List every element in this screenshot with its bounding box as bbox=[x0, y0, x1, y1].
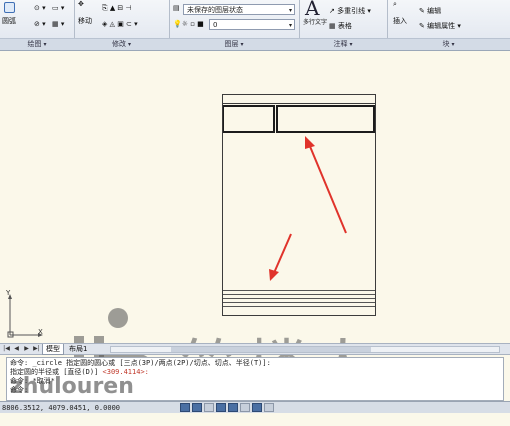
layers-panel: ▤ 未保存的图层状态 ▾ 💡☼ ▫ ■ 0 ▾ 图层 ▾ bbox=[169, 0, 300, 50]
hatch-icon[interactable]: ▦ ▾ bbox=[52, 20, 64, 28]
first-tab-button[interactable]: |◀ bbox=[2, 345, 11, 353]
ribbon: 圆弧 ⊙ ▾ ▭ ▾ ⊘ ▾ ▦ ▾ 绘图 ▾ ✥ 移动 ⎘ ▲ ⊟ ⊣ ◈ ◬ … bbox=[0, 0, 510, 51]
layers-panel-title[interactable]: 图层 ▾ bbox=[169, 38, 299, 50]
lwt-toggle[interactable] bbox=[264, 403, 274, 412]
edit-attributes-button[interactable]: ✎ 编辑属性 ▾ bbox=[419, 21, 461, 31]
layer-state-combo[interactable]: 未保存的图层状态 ▾ bbox=[183, 4, 295, 15]
tab-model[interactable]: 模型 bbox=[42, 344, 64, 355]
circle-dropdown-icon[interactable]: ⊙ ▾ bbox=[34, 4, 46, 12]
grid-toggle[interactable] bbox=[192, 403, 202, 412]
annotation-panel: A 多行文字 ↗ 多重引线 ▾ ▦ 表格 注释 ▾ bbox=[299, 0, 388, 50]
move-tool[interactable]: ✥ bbox=[78, 0, 84, 8]
last-tab-button[interactable]: ▶| bbox=[32, 345, 41, 353]
drawing-canvas[interactable]: Y X 筑楼人 bbox=[0, 51, 510, 405]
prev-tab-button[interactable]: ◀ bbox=[12, 345, 21, 353]
annotation-panel-title[interactable]: 注释 ▾ bbox=[299, 38, 387, 50]
ucs-x-label: X bbox=[38, 328, 43, 336]
cursor-coordinates: 8806.3512, 4079.0451, 0.0000 bbox=[2, 404, 121, 412]
insert-block-button[interactable]: 插入 bbox=[393, 16, 407, 26]
block-panel-title[interactable]: 块 ▾ bbox=[387, 38, 510, 50]
status-bar: 8806.3512, 4079.0451, 0.0000 bbox=[0, 401, 510, 413]
table-button[interactable]: ▦ 表格 bbox=[329, 21, 352, 31]
tab-layout1[interactable]: 布局1 bbox=[66, 344, 90, 354]
copy-icon[interactable]: ⎘ ▲ ⊟ ⊣ bbox=[102, 4, 132, 13]
mirror-icon[interactable]: ◈ ◬ ▣ ⊂ ▾ bbox=[102, 20, 138, 28]
arrow-lower-head bbox=[269, 269, 279, 281]
block-panel: ⌕ 插入 ✎ 编辑 ✎ 编辑属性 ▾ 块 ▾ bbox=[387, 0, 510, 50]
circle-tool[interactable]: 圆弧 bbox=[2, 16, 16, 26]
annotation-arrows bbox=[269, 136, 347, 281]
ellipse-icon[interactable]: ⊘ ▾ bbox=[34, 20, 46, 28]
move-label[interactable]: 移动 bbox=[78, 16, 92, 26]
horizontal-scrollbar[interactable] bbox=[110, 346, 500, 353]
insert-block-icon[interactable]: ⌕ bbox=[393, 0, 397, 9]
lightbulb-icon[interactable]: 💡☼ ▫ ■ bbox=[173, 20, 204, 28]
arrow-lower-shaft bbox=[273, 233, 292, 274]
current-layer-combo[interactable]: 0 ▾ bbox=[209, 19, 295, 30]
command-history-line: 命令: _circle 指定圆的圆心或 [三点(3P)/两点(2P)/切点、切点… bbox=[10, 359, 271, 367]
watermark-english: zhulouren bbox=[10, 374, 134, 399]
next-tab-button[interactable]: ▶ bbox=[22, 345, 31, 353]
arrow-upper-shaft bbox=[308, 143, 347, 234]
layout-tabbar: |◀ ◀ ▶ ▶| 模型 布局1 bbox=[0, 343, 510, 355]
snap-toggle[interactable] bbox=[180, 403, 190, 412]
line-icon bbox=[4, 2, 15, 13]
dyn-toggle[interactable] bbox=[252, 403, 262, 412]
osnap-toggle[interactable] bbox=[228, 403, 238, 412]
arrow-upper-head bbox=[305, 136, 315, 149]
ortho-toggle[interactable] bbox=[204, 403, 214, 412]
draw-panel-title[interactable]: 绘图 ▾ bbox=[0, 38, 74, 50]
modify-panel: ✥ 移动 ⎘ ▲ ⊟ ⊣ ◈ ◬ ▣ ⊂ ▾ 修改 ▾ bbox=[74, 0, 170, 50]
line-tool[interactable] bbox=[4, 2, 15, 13]
scrollbar-thumb[interactable] bbox=[171, 347, 371, 352]
layer-properties-icon[interactable]: ▤ bbox=[173, 4, 180, 12]
otrack-toggle[interactable] bbox=[240, 403, 250, 412]
multileader-button[interactable]: ↗ 多重引线 ▾ bbox=[329, 6, 371, 16]
rect-icon[interactable]: ▭ ▾ bbox=[52, 4, 64, 12]
polar-toggle[interactable] bbox=[216, 403, 226, 412]
draw-panel: 圆弧 ⊙ ▾ ▭ ▾ ⊘ ▾ ▦ ▾ 绘图 ▾ bbox=[0, 0, 75, 50]
multiline-text-button[interactable]: 多行文字 bbox=[303, 17, 327, 26]
edit-block-button[interactable]: ✎ 编辑 bbox=[419, 6, 441, 16]
modify-panel-title[interactable]: 修改 ▾ bbox=[74, 38, 169, 50]
ucs-icon: Y X bbox=[6, 289, 46, 339]
